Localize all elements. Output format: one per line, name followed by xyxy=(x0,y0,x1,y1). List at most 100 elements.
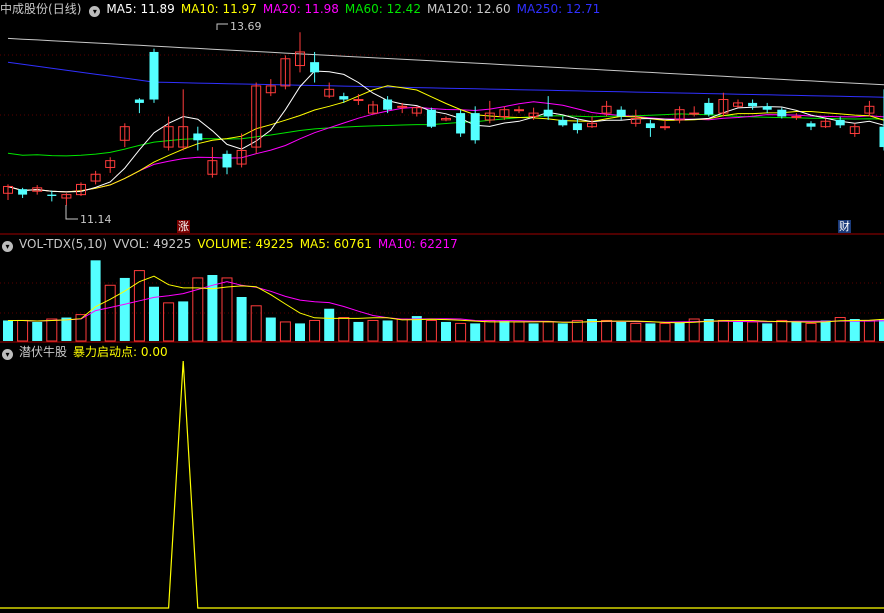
price-indicator-0: MA5: 11.89 xyxy=(106,2,175,16)
volume-bar-down xyxy=(265,317,276,341)
high-marker xyxy=(216,23,228,30)
volume-bar-down xyxy=(879,319,884,341)
candle-body-down xyxy=(806,123,816,127)
candle-body-down xyxy=(616,109,626,117)
candle-body-down xyxy=(18,189,28,195)
volume-bar-down xyxy=(149,286,159,341)
volume-bar-up xyxy=(542,321,554,342)
candle-body-down xyxy=(222,153,232,168)
volume-bar-up xyxy=(776,319,788,342)
volume-bar-down xyxy=(674,321,685,341)
volume-bar-up xyxy=(163,302,175,342)
volume-bar-up xyxy=(630,322,642,342)
chevron-down-icon[interactable]: ▾ xyxy=(2,241,13,252)
volume-indicator-2: MA5: 60761 xyxy=(299,237,372,251)
volume-header: ▾ VOL-TDX(5,10) VVOL: 49225 VOLUME: 49225 MA… xyxy=(0,235,470,253)
volume-bar-up xyxy=(17,319,29,342)
volume-bar-down xyxy=(236,297,247,341)
signal-header: ▾ 潜伏牛股 暴力启动点: 0.00 xyxy=(0,343,180,361)
volume-bar-down xyxy=(703,319,714,341)
period-label: (日线) xyxy=(48,2,82,16)
volume-bar-up xyxy=(571,319,583,342)
high-price-label: 13.69 xyxy=(230,20,262,33)
volume-bar-up xyxy=(805,322,817,342)
volume-bar-up xyxy=(396,318,408,342)
candle-body-down xyxy=(543,109,553,117)
event-tag-finance[interactable]: 财 xyxy=(838,220,851,233)
volume-bar-up xyxy=(717,319,729,342)
volume-bar-down xyxy=(528,323,539,341)
candle-body-down xyxy=(47,194,57,196)
volume-bar-up xyxy=(425,319,437,342)
volume-bar-down xyxy=(324,308,335,341)
volume-bar-up xyxy=(338,317,350,342)
candle-body-up xyxy=(353,99,364,102)
candle-body-down xyxy=(572,123,582,131)
volume-bar-down xyxy=(61,317,72,341)
volume-bar-up xyxy=(455,322,467,342)
signal-indicator-0: 暴力启动点: 0.00 xyxy=(73,345,168,359)
volume-pane[interactable]: ▾ VOL-TDX(5,10) VVOL: 49225 VOLUME: 49225 MA… xyxy=(0,235,884,343)
volume-indicator-0: VVOL: 49225 xyxy=(113,237,192,251)
candle-body-down xyxy=(456,113,466,134)
event-tag-limit-up[interactable]: 涨 xyxy=(177,220,190,233)
volume-indicator-list: VVOL: 49225 VOLUME: 49225 MA5: 60761 MA10: … xyxy=(113,237,464,251)
volume-bar-down xyxy=(849,319,860,341)
signal-pane[interactable]: ▾ 潜伏牛股 暴力启动点: 0.00 xyxy=(0,343,884,613)
chevron-down-icon[interactable]: ▾ xyxy=(2,349,13,360)
volume-bar-up xyxy=(46,318,58,342)
volume-bar-down xyxy=(645,323,656,341)
ma250-line xyxy=(7,61,884,98)
volume-bar-down xyxy=(820,320,831,341)
signal-chart[interactable] xyxy=(0,343,884,613)
volume-bar-up xyxy=(250,305,262,342)
volume-bar-up xyxy=(659,322,671,342)
candle-body-down xyxy=(558,119,568,126)
volume-bar-up xyxy=(484,319,496,342)
candle-body-down xyxy=(149,51,159,100)
price-header: 中成股份(日线) ▾ MA5: 11.89 MA10: 11.97 MA20: 11.9… xyxy=(0,0,612,18)
candle-body-down xyxy=(777,109,787,117)
volume-bar-up xyxy=(601,319,613,342)
volume-bar-down xyxy=(32,321,43,341)
candle-body-down xyxy=(762,106,772,110)
volume-bar-up xyxy=(513,321,525,342)
candle-body-down xyxy=(383,99,393,110)
candlestick-chart[interactable] xyxy=(0,0,884,235)
candle-body-up xyxy=(514,109,524,112)
volume-bar-down xyxy=(178,301,189,341)
price-indicator-5: MA250: 12.71 xyxy=(516,2,601,16)
candle-body-down xyxy=(134,99,144,103)
volume-bar-down xyxy=(762,323,773,341)
candle-body-up xyxy=(689,112,700,115)
volume-bar-up xyxy=(133,270,145,342)
volume-bar-up xyxy=(309,319,321,342)
candle-body-down xyxy=(879,126,884,148)
candle-body-down xyxy=(310,62,320,73)
volume-bar-down xyxy=(557,323,568,341)
volume-bar-down xyxy=(791,321,802,341)
chevron-down-icon[interactable]: ▾ xyxy=(89,6,101,17)
volume-bar-down xyxy=(499,320,510,341)
volume-indicator-3: MA10: 62217 xyxy=(377,237,458,251)
candle-body-up xyxy=(660,126,670,129)
ma5-line xyxy=(7,70,884,193)
volume-ma10-line xyxy=(8,281,884,323)
candle-body-down xyxy=(426,109,436,127)
price-pane[interactable]: 中成股份(日线) ▾ MA5: 11.89 MA10: 11.97 MA20: 11.9… xyxy=(0,0,884,235)
volume-bar-down xyxy=(295,323,305,341)
candle-body-down xyxy=(748,102,758,107)
price-indicator-list: MA5: 11.89 MA10: 11.97 MA20: 11.98 MA60: 12… xyxy=(106,2,606,16)
volume-bar-up xyxy=(192,277,204,342)
volume-bar-up xyxy=(279,321,291,342)
candle-body-down xyxy=(704,102,714,115)
stock-name: 中成股份 xyxy=(0,2,49,16)
candle-body-down xyxy=(470,113,480,141)
signal-line xyxy=(0,360,884,609)
volume-bar-up xyxy=(367,319,379,342)
volume-bar-up xyxy=(863,319,875,342)
candle-body-down xyxy=(193,133,203,141)
volume-bar-down xyxy=(3,320,13,341)
volume-bar-up xyxy=(747,321,759,342)
low-price-label: 11.14 xyxy=(80,213,112,226)
